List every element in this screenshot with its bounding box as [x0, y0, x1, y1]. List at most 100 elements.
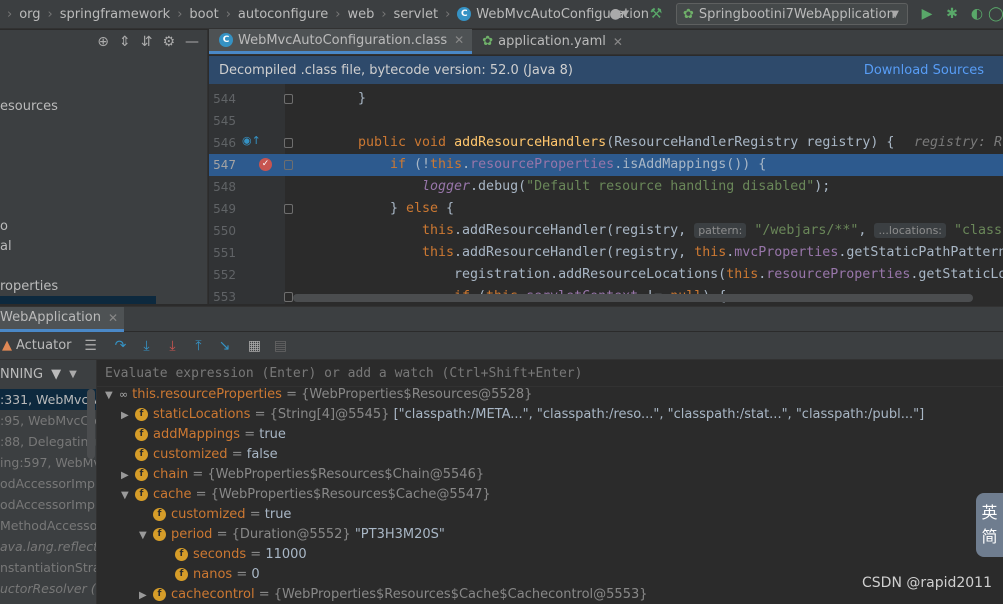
fold-marker-icon[interactable]	[284, 204, 293, 214]
fold-marker-icon[interactable]	[284, 160, 293, 170]
stack-frame[interactable]: ava.lang.reflect)	[0, 536, 96, 557]
fold-marker-icon[interactable]	[284, 94, 293, 104]
close-icon[interactable]: ✕	[108, 311, 118, 325]
evaluate-expression-icon[interactable]: ▦	[242, 338, 268, 354]
breakpoint-icon[interactable]: ✓	[259, 158, 272, 171]
variable-name: cache	[153, 487, 192, 502]
debug-icon[interactable]: ✱	[943, 4, 961, 24]
collapse-all-icon[interactable]: ⇵	[141, 34, 153, 50]
stack-frame[interactable]: :95, WebMvcCon	[0, 410, 96, 431]
variable-type: =	[244, 427, 256, 442]
code-add-resource-handler-static: this.addResourceHandler(registry, this.m…	[422, 245, 1003, 260]
chevron-down-icon[interactable]: ▼	[121, 486, 135, 506]
step-into-icon[interactable]: ⤓	[134, 338, 160, 354]
thread-selector[interactable]: NNING ▼ ▼	[0, 363, 77, 385]
breadcrumb-item-servlet[interactable]: servlet	[394, 7, 439, 22]
profile-icon[interactable]: ◯	[988, 4, 1003, 24]
variable-row[interactable]: f customized = true	[153, 505, 291, 525]
frames-scrollbar[interactable]	[87, 389, 95, 459]
tab-webmvcautoconfiguration[interactable]: C WebMvcAutoConfiguration.class ✕	[209, 29, 473, 54]
line-number: 550	[213, 224, 236, 238]
filter-icon[interactable]: ▼	[51, 367, 61, 382]
variable-row[interactable]: f seconds = 11000	[175, 545, 307, 565]
run-configuration-label: Springbootini7WebApplication	[698, 6, 895, 22]
build-hammer-icon[interactable]: ⚒	[646, 4, 666, 24]
variable-name: cachecontrol	[171, 587, 255, 602]
stack-frame[interactable]: :88, DelegatingW	[0, 431, 96, 452]
tree-item[interactable]: roperties	[0, 279, 58, 294]
watch-expression-input[interactable]: Evaluate expression (Enter) or add a wat…	[97, 360, 1003, 387]
step-out-icon[interactable]: ⤒	[186, 338, 212, 354]
stack-frame[interactable]: nstantiationStrat	[0, 557, 96, 578]
step-over-icon[interactable]: ↷	[108, 338, 134, 354]
chevron-right-icon: ›	[177, 6, 183, 22]
breadcrumb-item-org[interactable]: org	[19, 7, 40, 22]
variable-type: =	[250, 547, 262, 562]
code-text: }	[358, 91, 367, 106]
fold-marker-icon[interactable]	[284, 138, 293, 148]
run-to-cursor-icon[interactable]: ↘	[212, 338, 238, 354]
stack-frame[interactable]: MethodAccessorI	[0, 515, 96, 536]
variable-row[interactable]: ▼ f period = {Duration@5552} "PT3H3M20S"	[139, 525, 445, 545]
chevron-right-icon: ›	[381, 6, 387, 22]
run-icon[interactable]: ▶	[918, 4, 936, 24]
threads-menu-icon[interactable]: ☰	[78, 338, 104, 354]
variable-value: 0	[251, 567, 260, 582]
coverage-icon[interactable]: ◐	[968, 4, 986, 24]
stack-frame[interactable]: :331, WebMvcAut	[0, 389, 96, 410]
class-icon: C	[457, 7, 472, 21]
field-icon: f	[135, 408, 148, 421]
horizontal-scrollbar[interactable]	[293, 294, 973, 302]
field-icon: f	[135, 488, 148, 501]
stack-frame[interactable]: uctorResolver (or	[0, 578, 96, 599]
chevron-down-icon[interactable]: ▼	[105, 386, 119, 406]
breadcrumb-item-web[interactable]: web	[347, 7, 374, 22]
force-step-into-icon[interactable]: ⤓	[160, 338, 186, 354]
stack-frame[interactable]: odAccessorImpl	[0, 473, 96, 494]
variable-row[interactable]: ▼ f cache = {WebProperties$Resources$Cache…	[121, 485, 491, 505]
chevron-right-icon[interactable]: ▶	[139, 586, 153, 604]
fold-marker-icon[interactable]	[284, 292, 293, 302]
variable-row[interactable]: ▼ ∞ this.resourceProperties = {WebProperti…	[105, 385, 532, 405]
download-sources-link[interactable]: Download Sources	[864, 63, 984, 78]
chevron-down-icon[interactable]: ▼	[69, 369, 77, 380]
trace-stream-icon[interactable]: ▤	[268, 338, 294, 354]
watch-glasses-icon: ∞	[119, 388, 129, 401]
breadcrumb-item-autoconfigure[interactable]: autoconfigure	[238, 7, 328, 22]
expand-all-icon[interactable]: ⇕	[119, 34, 131, 50]
minimize-icon[interactable]: —	[185, 34, 199, 50]
variable-row[interactable]: ▶ f cachecontrol = {WebProperties$Resource…	[139, 585, 648, 604]
user-icon[interactable]: ●▾	[604, 4, 634, 24]
input-method-indicator[interactable]: 英 简	[976, 493, 1003, 557]
variable-row[interactable]: f nanos = 0	[175, 565, 260, 585]
chevron-right-icon[interactable]: ▶	[121, 466, 135, 486]
tree-item[interactable]: esources	[0, 99, 58, 114]
spring-leaf-icon: ✿	[683, 6, 694, 22]
selected-tree-row[interactable]	[0, 296, 156, 304]
stack-frame[interactable]: ing:597, WebMv	[0, 452, 96, 473]
locate-icon[interactable]: ⊕	[97, 34, 109, 50]
actuator-tab[interactable]: Actuator	[16, 338, 72, 353]
variable-row[interactable]: ▶ f staticLocations = {String[4]@5545} ["c…	[121, 405, 924, 425]
variable-value: ["classpath:/META...", "classpath:/reso.…	[393, 407, 925, 422]
code-line: 546 ◉↑ public void addResourceHandlers(R…	[209, 132, 1003, 154]
breadcrumb-item-springframework[interactable]: springframework	[60, 7, 170, 22]
variable-row[interactable]: ▶ f chain = {WebProperties$Resources$Chain…	[121, 465, 484, 485]
close-icon[interactable]: ✕	[613, 35, 623, 49]
chevron-down-icon[interactable]: ▼	[139, 526, 153, 546]
run-configuration-select[interactable]: ✿ Springbootini7WebApplication ▼	[676, 3, 908, 25]
code-line: 544 }	[209, 88, 1003, 110]
tree-item[interactable]: o	[0, 219, 8, 234]
variable-row[interactable]: f customized = false	[135, 445, 278, 465]
tab-application-yaml[interactable]: ✿ application.yaml ✕	[472, 29, 631, 54]
close-icon[interactable]: ✕	[454, 33, 464, 47]
debug-session-tab[interactable]: WebApplication ✕	[0, 306, 125, 332]
stack-frame[interactable]: odAccessorImpl	[0, 494, 96, 515]
gear-icon[interactable]: ⚙	[162, 34, 175, 50]
tree-item[interactable]: al	[0, 239, 12, 254]
breadcrumb-item-boot[interactable]: boot	[189, 7, 218, 22]
override-marker-icon[interactable]: ◉↑	[242, 134, 261, 147]
code-editor[interactable]: 544 } 545 546 ◉↑ public void addResource…	[209, 84, 1003, 304]
variable-row[interactable]: f addMappings = true	[135, 425, 286, 445]
chevron-right-icon[interactable]: ▶	[121, 406, 135, 426]
